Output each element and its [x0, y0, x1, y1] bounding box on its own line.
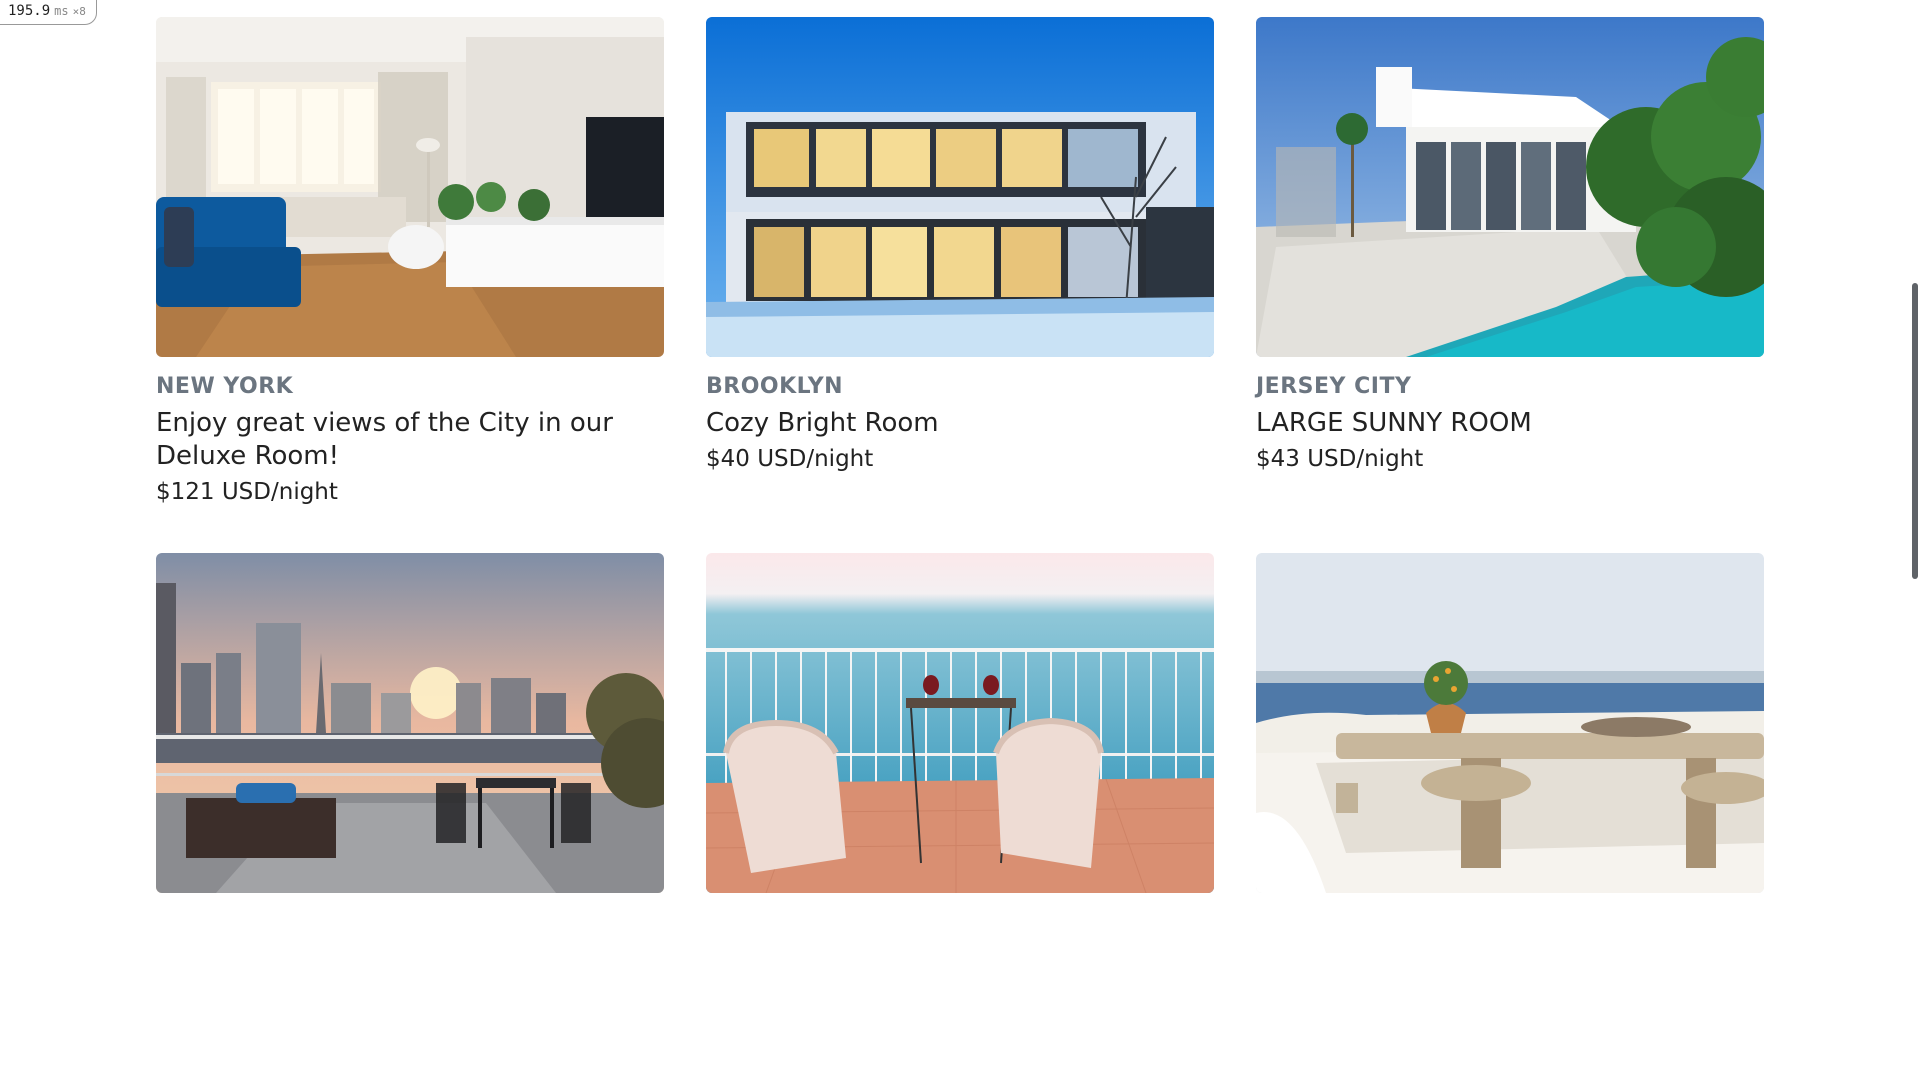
- listing-location: JERSEY CITY: [1256, 374, 1412, 399]
- living-room-photo[interactable]: [156, 17, 664, 357]
- listing-grid: NEW YORK Enjoy great views of the City i…: [156, 17, 1765, 1089]
- sea-balcony-photo[interactable]: [706, 553, 1214, 893]
- listing-price: $43 USD/night: [1256, 446, 1424, 472]
- listing-price: $121 USD/night: [156, 479, 338, 505]
- listing-card[interactable]: [706, 553, 1214, 1089]
- pool-villa-photo[interactable]: [1256, 17, 1764, 357]
- perf-multiplier: ×8: [72, 5, 86, 18]
- listing-card[interactable]: JERSEY CITY LARGE SUNNY ROOM $43 USD/nig…: [1256, 17, 1764, 553]
- perf-value: 195.9: [8, 3, 51, 19]
- listing-title[interactable]: Cozy Bright Room: [706, 407, 1196, 440]
- scrollbar-thumb[interactable]: [1912, 283, 1918, 579]
- listing-title[interactable]: Enjoy great views of the City in our Del…: [156, 407, 646, 473]
- listing-location: NEW YORK: [156, 374, 294, 399]
- rooftop-terrace-photo[interactable]: [156, 553, 664, 893]
- modern-house-photo[interactable]: [706, 17, 1214, 357]
- listing-price: $40 USD/night: [706, 446, 874, 472]
- listing-card[interactable]: [156, 553, 664, 1089]
- listing-card[interactable]: [1256, 553, 1764, 1089]
- listing-card[interactable]: BROOKLYN Cozy Bright Room $40 USD/night: [706, 17, 1214, 553]
- listing-title[interactable]: LARGE SUNNY ROOM: [1256, 407, 1746, 440]
- perf-overlay: 195.9 ms ×8: [0, 0, 97, 25]
- page-scrollbar[interactable]: [1907, 0, 1919, 902]
- listing-location: BROOKLYN: [706, 374, 844, 399]
- perf-unit: ms: [54, 4, 69, 18]
- listing-card[interactable]: NEW YORK Enjoy great views of the City i…: [156, 17, 664, 553]
- santorini-terrace-photo[interactable]: [1256, 553, 1764, 893]
